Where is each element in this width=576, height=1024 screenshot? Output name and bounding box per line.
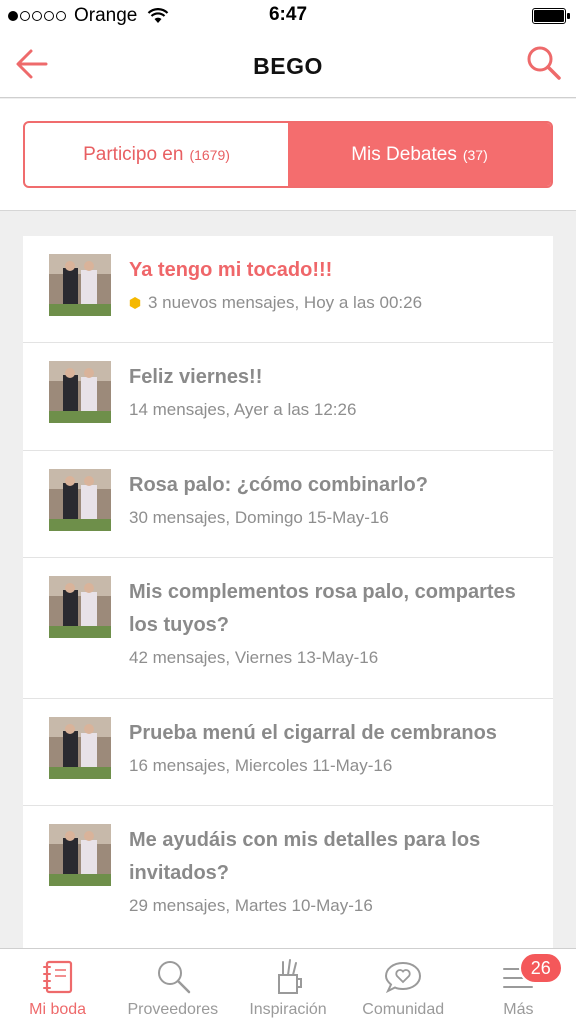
segmented-area: Participo en (1679) Mis Debates (37) — [0, 99, 576, 211]
thread-text: Prueba menú el cigarral de cembranos 16 … — [129, 717, 533, 778]
thread-row[interactable]: Me ayudáis con mis detalles para los inv… — [23, 806, 553, 948]
couple-photo-icon — [49, 469, 111, 531]
avatar — [49, 576, 111, 638]
thread-list: Ya tengo mi tocado!!! 3 nuevos mensajes,… — [23, 236, 553, 948]
segment-label: Mis Debates — [351, 143, 457, 165]
thread-text: Ya tengo mi tocado!!! 3 nuevos mensajes,… — [129, 254, 533, 315]
avatar — [49, 824, 111, 886]
nav-header: BEGO — [0, 32, 576, 98]
couple-photo-icon — [49, 254, 111, 316]
tab-mas[interactable]: Más 26 — [461, 949, 576, 1024]
tab-comunidad[interactable]: Comunidad — [346, 949, 461, 1024]
thread-meta-text: 3 nuevos mensajes, Hoy a las 00:26 — [148, 293, 423, 312]
avatar — [49, 469, 111, 531]
thread-meta: 29 mensajes, Martes 10-May-16 — [129, 896, 373, 915]
search-icon — [157, 961, 191, 994]
thread-meta: 16 mensajes, Miercoles 11-May-16 — [129, 756, 393, 775]
thread-text: Rosa palo: ¿cómo combinarlo? 30 mensajes… — [129, 469, 533, 530]
heart-bubble-icon — [385, 961, 422, 994]
tab-inspiracion[interactable]: Inspiración — [230, 949, 345, 1024]
couple-photo-icon — [49, 717, 111, 779]
thread-meta: 30 mensajes, Domingo 15-May-16 — [129, 508, 389, 527]
tab-label: Inspiración — [249, 1001, 327, 1018]
pencil-cup-icon — [278, 959, 302, 994]
thread-text: Me ayudáis con mis detalles para los inv… — [129, 824, 533, 918]
thread-row[interactable]: Feliz viernes!! 14 mensajes, Ayer a las … — [23, 343, 553, 451]
thread-title: Prueba menú el cigarral de cembranos — [129, 722, 497, 744]
tab-label: Comunidad — [362, 1001, 445, 1018]
segment-participo-en[interactable]: Participo en (1679) — [25, 123, 288, 186]
thread-text: Mis complementos rosa palo, compartes lo… — [129, 576, 533, 670]
thread-meta: 42 mensajes, Viernes 13-May-16 — [129, 648, 379, 667]
segment-label: Participo en — [83, 143, 184, 165]
thread-title: Mis complementos rosa palo, compartes lo… — [129, 581, 516, 636]
new-message-dot-icon — [129, 297, 141, 309]
tab-proveedores[interactable]: Proveedores — [115, 949, 230, 1024]
couple-photo-icon — [49, 576, 111, 638]
thread-text: Feliz viernes!! 14 mensajes, Ayer a las … — [129, 361, 533, 422]
page-title: BEGO — [253, 53, 323, 79]
search-icon[interactable] — [524, 44, 564, 84]
thread-title: Me ayudáis con mis detalles para los inv… — [129, 829, 481, 884]
segment-count: (1679) — [189, 146, 230, 163]
avatar — [49, 254, 111, 316]
tab-label: Proveedores — [127, 1001, 219, 1018]
thread-title: Feliz viernes!! — [129, 366, 263, 388]
couple-photo-icon — [49, 824, 111, 886]
tab-mi-boda[interactable]: Mi boda — [0, 949, 115, 1024]
battery-icon — [532, 8, 570, 24]
segment-count: (37) — [462, 146, 488, 163]
couple-photo-icon — [49, 361, 111, 423]
notification-badge: 26 — [518, 952, 563, 984]
avatar — [49, 361, 111, 423]
thread-row[interactable]: Prueba menú el cigarral de cembranos 16 … — [23, 699, 553, 806]
status-bar: Orange 6:47 — [0, 0, 576, 32]
avatar — [49, 717, 111, 779]
thread-meta: 3 nuevos mensajes, Hoy a las 00:26 — [129, 291, 533, 315]
tab-label: Mi boda — [29, 1001, 87, 1018]
thread-row[interactable]: Ya tengo mi tocado!!! 3 nuevos mensajes,… — [23, 236, 553, 343]
thread-row[interactable]: Rosa palo: ¿cómo combinarlo? 30 mensajes… — [23, 451, 553, 558]
thread-title: Rosa palo: ¿cómo combinarlo? — [129, 474, 428, 496]
thread-meta: 14 mensajes, Ayer a las 12:26 — [129, 400, 357, 419]
clock: 6:47 — [268, 4, 308, 25]
tab-bar: Mi boda Proveedores Inspiración Comunida… — [0, 948, 576, 1024]
segmented-control: Participo en (1679) Mis Debates (37) — [23, 121, 553, 188]
thread-title: Ya tengo mi tocado!!! — [129, 259, 333, 281]
tab-label: Más — [503, 1001, 534, 1018]
thread-row[interactable]: Mis complementos rosa palo, compartes lo… — [23, 558, 553, 699]
arrow-left-icon[interactable] — [14, 46, 54, 82]
segment-mis-debates[interactable]: Mis Debates (37) — [288, 123, 551, 186]
notebook-icon — [42, 960, 72, 994]
